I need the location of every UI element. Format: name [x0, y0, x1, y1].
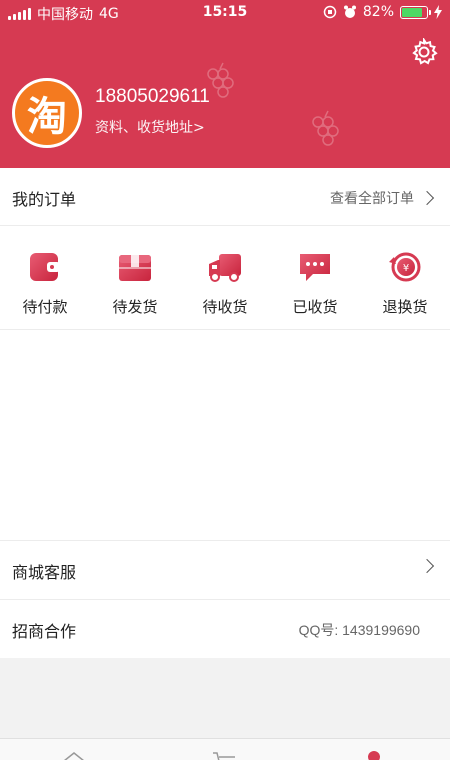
order-label: 退换货: [382, 298, 428, 316]
order-pending-payment[interactable]: 待付款: [0, 226, 90, 329]
svg-text:¥: ¥: [403, 263, 409, 274]
view-all-orders-label: 查看全部订单: [330, 191, 414, 207]
customer-service-arrow: [419, 558, 436, 574]
order-status-bar: 待付款 待发货 待收货 已收货 ¥ 退换货: [0, 226, 450, 330]
order-label: 待发货: [112, 298, 158, 316]
order-label: 待收货: [202, 298, 248, 316]
order-label: 待付款: [22, 298, 68, 316]
charging-icon: [434, 5, 442, 19]
order-label: 已收货: [292, 298, 338, 316]
order-received[interactable]: 已收货: [270, 226, 360, 329]
my-orders-title: 我的订单: [12, 190, 77, 209]
order-refund[interactable]: ¥ 退换货: [360, 226, 450, 329]
view-all-orders-link[interactable]: 查看全部订单: [330, 188, 436, 208]
status-bar: 中国移动 4G 15:15 82%: [0, 0, 450, 24]
battery-level: [402, 7, 422, 17]
avatar[interactable]: 淘: [12, 78, 82, 148]
business-cooperation-row[interactable]: 招商合作 QQ号: 1439199690: [0, 599, 450, 658]
avatar-logo: 淘: [27, 94, 67, 140]
order-pending-receipt[interactable]: 待收货: [180, 226, 270, 329]
rotation-lock-icon: [323, 5, 337, 19]
battery-icon: [400, 5, 431, 19]
business-cooperation-label: 招商合作: [12, 622, 77, 641]
profile-address-link[interactable]: 资料、收货地址>: [95, 117, 205, 137]
package-icon: [119, 255, 151, 281]
battery-percent: 82%: [362, 4, 394, 20]
wallet-icon: [30, 253, 60, 281]
customer-service-label: 商城客服: [12, 563, 77, 582]
qq-number: QQ号: 1439199690: [298, 622, 420, 638]
refund-icon: ¥: [389, 252, 421, 282]
cart-tab-icon[interactable]: [212, 751, 238, 760]
alarm-icon: [343, 5, 356, 18]
status-right: 82%: [323, 4, 442, 20]
home-tab-icon[interactable]: [62, 751, 86, 760]
user-phone: 18805029611: [95, 86, 210, 107]
settings-gear-icon[interactable]: [410, 38, 438, 66]
tab-bar: [0, 738, 450, 760]
menu-list: 商城客服 招商合作 QQ号: 1439199690: [0, 540, 450, 658]
chevron-right-icon: [419, 190, 435, 206]
truck-icon: [209, 254, 241, 282]
chat-icon: [300, 254, 330, 281]
orders-panel: 我的订单 查看全部订单 待付款 待发货 待收货 已收货 ¥ 退换货: [0, 168, 450, 540]
order-pending-shipment[interactable]: 待发货: [90, 226, 180, 329]
profile-header: 中国移动 4G 15:15 82% 淘 18805029611 资料、收货地址>: [0, 0, 450, 168]
customer-service-row[interactable]: 商城客服: [0, 540, 450, 599]
my-orders-row[interactable]: 我的订单 查看全部订单: [0, 168, 450, 226]
grape-decoration-icon: [312, 110, 339, 146]
profile-tab-icon[interactable]: [366, 749, 382, 760]
chevron-right-icon: [419, 558, 435, 574]
